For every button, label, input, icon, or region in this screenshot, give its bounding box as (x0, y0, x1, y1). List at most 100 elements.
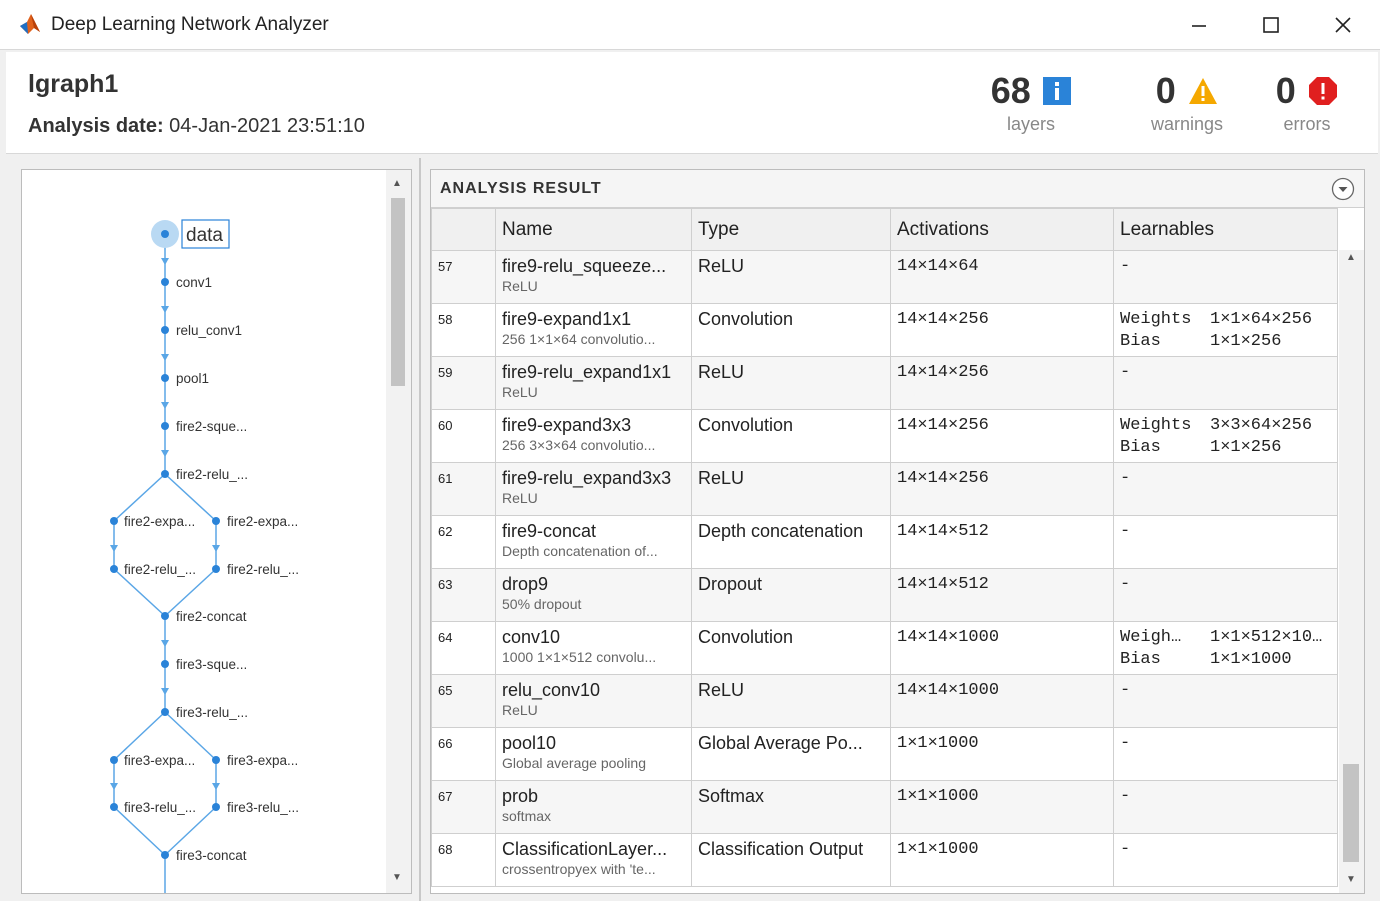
layer-type-cell[interactable]: Depth concatenation (691, 515, 891, 569)
table-row[interactable]: 64 conv10 1000 1×1×512 convolu... Convoluti… (431, 621, 1338, 675)
layer-name-cell[interactable]: fire9-relu_expand1x1 ReLU (495, 356, 692, 410)
maximize-button[interactable] (1248, 8, 1294, 42)
layer-type-cell[interactable]: Convolution (691, 303, 891, 357)
panel-splitter[interactable] (419, 158, 421, 901)
activations-cell[interactable]: 14×14×256 (890, 409, 1114, 463)
results-scrollbar[interactable]: ▲ ▼ (1339, 250, 1364, 893)
layer-name-cell[interactable]: fire9-concat Depth concatenation of... (495, 515, 692, 569)
graph-node[interactable]: fire3-sque... (161, 657, 247, 672)
graph-node[interactable]: fire3-relu_... (212, 800, 299, 815)
table-row[interactable]: 67 prob softmax Softmax 1×1×1000 - (431, 780, 1338, 834)
layer-type-cell[interactable]: Classification Output (691, 833, 891, 887)
activations-cell[interactable]: 14×14×64 (890, 250, 1114, 304)
layer-name-cell[interactable]: relu_conv10 ReLU (495, 674, 692, 728)
graph-node[interactable]: fire3-expa... (212, 753, 298, 768)
learnables-cell[interactable]: - (1113, 568, 1338, 622)
graph-scrollbar[interactable]: ▲ ▼ (386, 170, 411, 893)
graph-node[interactable]: fire3-expa... (110, 753, 195, 768)
graph-node[interactable]: fire2-relu_... (110, 562, 196, 577)
graph-node[interactable]: fire2-expa... (110, 514, 195, 529)
activations-cell[interactable]: 14×14×256 (890, 356, 1114, 410)
activations-cell[interactable]: 1×1×1000 (890, 727, 1114, 781)
table-row[interactable]: 60 fire9-expand3x3 256 3×3×64 convolutio..… (431, 409, 1338, 463)
table-row[interactable]: 65 relu_conv10 ReLU ReLU 14×14×1000 - (431, 674, 1338, 728)
layer-name-cell[interactable]: fire9-expand3x3 256 3×3×64 convolutio... (495, 409, 692, 463)
graph-node[interactable]: fire2-concat (161, 609, 247, 624)
learnables-cell[interactable]: - (1113, 462, 1338, 516)
table-row[interactable]: 62 fire9-concat Depth concatenation of... D… (431, 515, 1338, 569)
learnables-column-header[interactable]: Learnables (1113, 208, 1338, 251)
results-scroll-thumb[interactable] (1343, 764, 1359, 862)
layer-type-cell[interactable]: Convolution (691, 621, 891, 675)
learnables-cell[interactable]: Weights 1×1×64×256 Bias 1×1×256 (1113, 303, 1338, 357)
layer-type-cell[interactable]: ReLU (691, 356, 891, 410)
layers-stat[interactable]: 68 layers (976, 70, 1086, 135)
layer-name-cell[interactable]: prob softmax (495, 780, 692, 834)
learnables-cell[interactable]: - (1113, 833, 1338, 887)
layer-type-cell[interactable]: Softmax (691, 780, 891, 834)
layer-type-cell[interactable]: ReLU (691, 462, 891, 516)
layer-name-cell[interactable]: fire9-relu_squeeze... ReLU (495, 250, 692, 304)
graph-node[interactable]: fire2-relu_... (161, 467, 248, 482)
graph-node[interactable]: conv1 (161, 275, 212, 290)
activations-cell[interactable]: 1×1×1000 (890, 833, 1114, 887)
graph-node[interactable]: fire3-relu_... (110, 800, 196, 815)
table-row[interactable]: 61 fire9-relu_expand3x3 ReLU ReLU 14×14×256 - (431, 462, 1338, 516)
graph-node[interactable]: fire3-concat (161, 848, 247, 863)
network-graph-panel[interactable]: data conv1 relu_conv1 pool1 fire2-sque..… (21, 169, 412, 894)
graph-node[interactable]: relu_conv1 (161, 323, 242, 338)
network-graph[interactable]: data conv1 relu_conv1 pool1 fire2-sque..… (22, 170, 386, 894)
graph-node[interactable]: fire2-sque... (161, 419, 247, 434)
learnables-cell[interactable]: - (1113, 674, 1338, 728)
graph-node[interactable]: pool1 (161, 371, 209, 386)
layer-type-cell[interactable]: ReLU (691, 250, 891, 304)
layer-type-cell[interactable]: Global Average Po... (691, 727, 891, 781)
graph-node[interactable]: fire2-expa... (212, 514, 298, 529)
activations-cell[interactable]: 14×14×256 (890, 462, 1114, 516)
scroll-down-arrow-icon[interactable]: ▼ (392, 872, 402, 883)
table-row[interactable]: 57 fire9-relu_squeeze... ReLU ReLU 14×14×64 - (431, 250, 1338, 304)
table-row[interactable]: 58 fire9-expand1x1 256 1×1×64 convolutio..… (431, 303, 1338, 357)
type-column-header[interactable]: Type (691, 208, 891, 251)
activations-column-header[interactable]: Activations (890, 208, 1114, 251)
table-row[interactable]: 68 ClassificationLayer... crossentropyex w… (431, 833, 1338, 887)
layer-type-cell[interactable]: Convolution (691, 409, 891, 463)
activations-cell[interactable]: 14×14×256 (890, 303, 1114, 357)
activations-cell[interactable]: 14×14×512 (890, 515, 1114, 569)
table-row[interactable]: 59 fire9-relu_expand1x1 ReLU ReLU 14×14×256 - (431, 356, 1338, 410)
graph-node[interactable]: fire3-relu_... (161, 705, 248, 720)
learnables-cell[interactable]: - (1113, 727, 1338, 781)
layer-name-cell[interactable]: ClassificationLayer... crossentropyex wit… (495, 833, 692, 887)
table-row[interactable]: 63 drop9 50% dropout Dropout 14×14×512 - (431, 568, 1338, 622)
layer-type-cell[interactable]: ReLU (691, 674, 891, 728)
graph-node[interactable]: fire2-relu_... (212, 562, 299, 577)
layer-name-cell[interactable]: fire9-relu_expand3x3 ReLU (495, 462, 692, 516)
layer-name-cell[interactable]: pool10 Global average pooling (495, 727, 692, 781)
learnables-cell[interactable]: - (1113, 250, 1338, 304)
errors-stat[interactable]: 0 errors (1252, 70, 1362, 135)
layer-name-cell[interactable]: conv10 1000 1×1×512 convolu... (495, 621, 692, 675)
name-column-header[interactable]: Name (495, 208, 692, 251)
learnables-cell[interactable]: - (1113, 515, 1338, 569)
activations-cell[interactable]: 14×14×512 (890, 568, 1114, 622)
learnables-cell[interactable]: Weigh… 1×1×512×10… Bias 1×1×1000 (1113, 621, 1338, 675)
scroll-up-arrow-icon[interactable]: ▲ (392, 178, 402, 189)
activations-cell[interactable]: 1×1×1000 (890, 780, 1114, 834)
scroll-up-arrow-icon[interactable]: ▲ (1346, 252, 1356, 263)
layer-type-cell[interactable]: Dropout (691, 568, 891, 622)
table-row[interactable]: 66 pool10 Global average pooling Global Ave… (431, 727, 1338, 781)
graph-scroll-thumb[interactable] (391, 198, 405, 386)
analysis-results-table[interactable]: Name Type Activations Learnables 57 fire9… (431, 208, 1338, 887)
collapse-chevron-icon[interactable] (1331, 177, 1355, 201)
layer-name-cell[interactable]: drop9 50% dropout (495, 568, 692, 622)
warnings-stat[interactable]: 0 warnings (1132, 70, 1242, 135)
minimize-button[interactable] (1176, 8, 1222, 42)
activations-cell[interactable]: 14×14×1000 (890, 674, 1114, 728)
layer-name-cell[interactable]: fire9-expand1x1 256 1×1×64 convolutio... (495, 303, 692, 357)
activations-cell[interactable]: 14×14×1000 (890, 621, 1114, 675)
learnables-cell[interactable]: - (1113, 780, 1338, 834)
scroll-down-arrow-icon[interactable]: ▼ (1346, 874, 1356, 885)
close-button[interactable] (1320, 8, 1366, 42)
learnables-cell[interactable]: Weights 3×3×64×256 Bias 1×1×256 (1113, 409, 1338, 463)
learnables-cell[interactable]: - (1113, 356, 1338, 410)
